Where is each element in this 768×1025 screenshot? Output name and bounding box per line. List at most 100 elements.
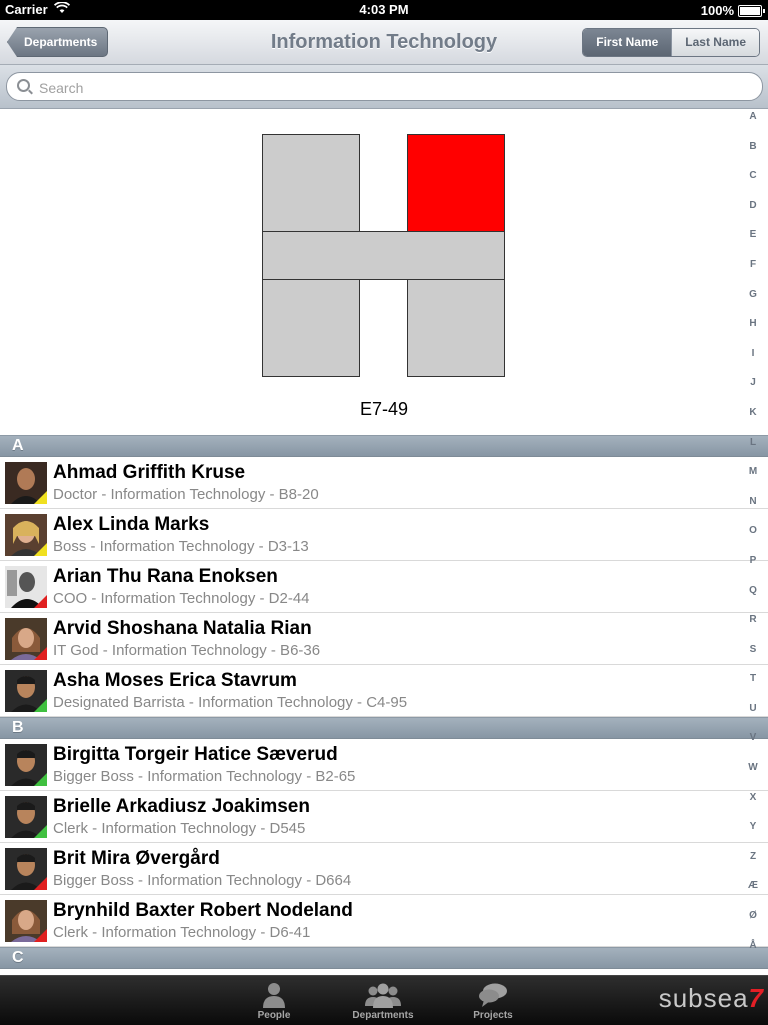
index-letter[interactable]: Y (738, 820, 768, 850)
floor-map: E7-49 (0, 109, 768, 435)
person-row[interactable]: Birgitta Torgeir Hatice Sæverud Bigger B… (0, 739, 768, 791)
avatar (5, 744, 47, 786)
person-row[interactable]: Arian Thu Rana Enoksen COO - Information… (0, 561, 768, 613)
tab-bar: People Departments Projects subsea7 (0, 975, 768, 1025)
person-details: Boss - Information Technology - D3-13 (53, 538, 309, 555)
person-name: Alex Linda Marks (53, 514, 210, 535)
index-letter[interactable]: W (738, 761, 768, 791)
index-letter[interactable]: L (738, 436, 768, 466)
room-code-label: E7-49 (359, 399, 409, 419)
person-name: Birgitta Torgeir Hatice Sæverud (53, 744, 338, 765)
alphabet-index[interactable]: A B C D E F G H I J K L M N O P Q R S T … (738, 110, 768, 970)
section-header-c: C (0, 947, 768, 969)
index-letter[interactable]: Ø (738, 909, 768, 939)
battery-indicator: 100% (700, 3, 765, 18)
map-room-highlighted (407, 134, 505, 232)
index-letter[interactable]: G (738, 288, 768, 318)
person-row[interactable]: Alex Linda Marks Boss - Information Tech… (0, 509, 768, 561)
index-letter[interactable]: X (738, 791, 768, 821)
index-letter[interactable]: J (738, 376, 768, 406)
index-letter[interactable]: N (738, 495, 768, 525)
sort-segmented-control: First Name Last Name (582, 28, 760, 57)
person-row[interactable]: Arvid Shoshana Natalia Rian IT God - Inf… (0, 613, 768, 665)
index-letter[interactable]: K (738, 406, 768, 436)
index-letter[interactable]: V (738, 731, 768, 761)
search-field[interactable] (6, 72, 763, 101)
section-header-a: A (0, 435, 768, 457)
person-details: IT God - Information Technology - B6-36 (53, 642, 321, 659)
status-indicator (34, 929, 47, 942)
avatar (5, 618, 47, 660)
tab-label: People (257, 1010, 291, 1021)
tab-departments[interactable]: Departments (345, 976, 421, 1025)
search-icon (17, 79, 30, 92)
index-letter[interactable]: U (738, 702, 768, 732)
avatar (5, 566, 47, 608)
person-name: Arian Thu Rana Enoksen (53, 566, 278, 587)
index-letter[interactable]: B (738, 140, 768, 170)
index-letter[interactable]: R (738, 613, 768, 643)
status-indicator (34, 825, 47, 838)
avatar (5, 900, 47, 942)
person-name: Arvid Shoshana Natalia Rian (53, 618, 312, 639)
tab-projects[interactable]: Projects (455, 976, 531, 1025)
index-letter[interactable]: Q (738, 584, 768, 614)
status-bar: Carrier 4:03 PM 100% (0, 0, 768, 20)
group-icon (345, 982, 421, 1008)
index-letter[interactable]: Æ (738, 879, 768, 909)
person-details: Clerk - Information Technology - D6-41 (53, 924, 311, 941)
index-letter[interactable]: P (738, 554, 768, 584)
chat-bubbles-icon (455, 982, 531, 1008)
person-row[interactable]: Brielle Arkadiusz Joakimsen Clerk - Info… (0, 791, 768, 843)
tab-people[interactable]: People (236, 976, 312, 1025)
index-letter[interactable]: T (738, 672, 768, 702)
index-letter[interactable]: Z (738, 850, 768, 880)
index-letter[interactable]: A (738, 110, 768, 140)
index-letter[interactable]: H (738, 317, 768, 347)
search-input[interactable] (37, 77, 741, 99)
person-name: Brynhild Baxter Robert Nodeland (53, 900, 353, 921)
status-indicator (34, 647, 47, 660)
person-name: Ahmad Griffith Kruse (53, 462, 246, 483)
search-bar (0, 65, 768, 109)
map-corridor (262, 231, 505, 280)
index-letter[interactable]: D (738, 199, 768, 229)
sort-last-name-segment[interactable]: Last Name (671, 29, 759, 56)
map-room-top-left (262, 134, 360, 232)
index-letter[interactable]: I (738, 347, 768, 377)
index-letter[interactable]: O (738, 524, 768, 554)
person-name: Brielle Arkadiusz Joakimsen (53, 796, 310, 817)
index-letter[interactable]: M (738, 465, 768, 495)
sort-first-name-segment[interactable]: First Name (583, 29, 672, 56)
person-details: Doctor - Information Technology - B8-20 (53, 486, 319, 503)
status-indicator (34, 543, 47, 556)
person-name: Asha Moses Erica Stavrum (53, 670, 297, 691)
tab-label: Departments (352, 1010, 414, 1021)
index-letter[interactable]: E (738, 228, 768, 258)
status-indicator (34, 877, 47, 890)
subsea7-logo: subsea7 (658, 983, 764, 1013)
people-list[interactable]: A Ahmad Griffith Kruse Doctor - Informat… (0, 435, 768, 975)
battery-icon (738, 4, 765, 17)
person-row[interactable]: Ahmad Griffith Kruse Doctor - Informatio… (0, 457, 768, 509)
battery-percent: 100% (700, 3, 734, 18)
map-room-bottom-right (407, 279, 505, 377)
tab-label: Projects (473, 1010, 513, 1021)
index-letter[interactable]: Å (738, 939, 768, 969)
section-header-b: B (0, 717, 768, 739)
person-row[interactable]: Brit Mira Øvergård Bigger Boss - Informa… (0, 843, 768, 895)
navigation-bar: Departments Information Technology First… (0, 20, 768, 65)
status-indicator (34, 773, 47, 786)
status-indicator (34, 699, 47, 712)
person-row[interactable]: Brynhild Baxter Robert Nodeland Clerk - … (0, 895, 768, 947)
avatar (5, 848, 47, 890)
index-letter[interactable]: C (738, 169, 768, 199)
index-letter[interactable]: F (738, 258, 768, 288)
clock: 4:03 PM (359, 2, 409, 17)
person-name: Brit Mira Øvergård (53, 848, 220, 869)
avatar (5, 796, 47, 838)
person-details: Designated Barrista - Information Techno… (53, 694, 408, 711)
status-indicator (34, 595, 47, 608)
person-row[interactable]: Asha Moses Erica Stavrum Designated Barr… (0, 665, 768, 717)
index-letter[interactable]: S (738, 643, 768, 673)
